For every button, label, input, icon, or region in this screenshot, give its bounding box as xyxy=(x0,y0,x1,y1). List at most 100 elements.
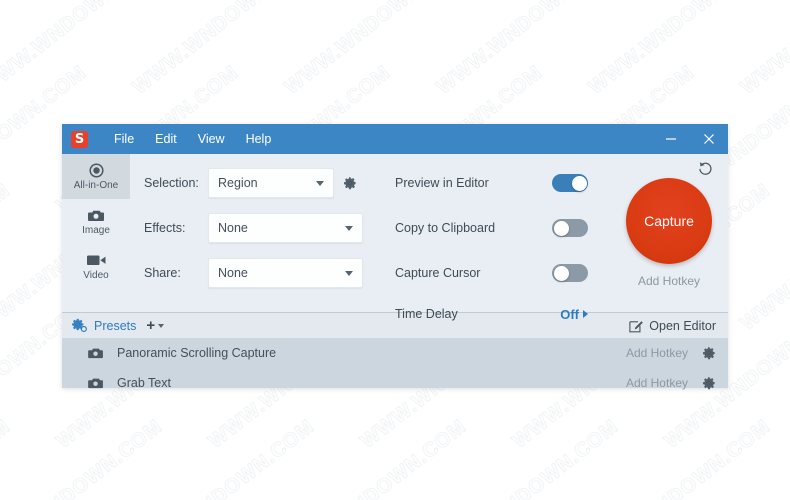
copy-to-clipboard-toggle[interactable] xyxy=(552,219,588,237)
sidebar-item-image-label: Image xyxy=(82,225,110,236)
selection-label: Selection: xyxy=(144,176,199,190)
minimize-icon xyxy=(666,138,676,140)
capture-button-label: Capture xyxy=(644,213,694,229)
preset-name: Panoramic Scrolling Capture xyxy=(117,346,277,361)
sidebar-item-all-in-one-label: All-in-One xyxy=(73,180,119,191)
chevron-down-icon xyxy=(345,270,353,276)
watermark-text: WWW.WNDOWN.COM xyxy=(128,0,319,99)
open-editor-label: Open Editor xyxy=(649,318,716,333)
preset-settings-button[interactable] xyxy=(702,376,716,390)
capture-settings-panel: Selection: Region Effects: None Share: N… xyxy=(130,154,728,322)
time-delay-button[interactable]: Off xyxy=(560,307,588,322)
preset-row[interactable]: Panoramic Scrolling Capture Add Hotkey xyxy=(62,338,728,368)
camera-icon xyxy=(87,207,105,223)
minimize-button[interactable] xyxy=(652,124,690,154)
plus-icon: + xyxy=(146,317,156,335)
preview-in-editor-toggle[interactable] xyxy=(552,174,588,192)
watermark-text: WWW.WNDOWN.COM xyxy=(280,0,471,99)
effects-row: Effects: None xyxy=(144,213,395,243)
sidebar-item-all-in-one[interactable]: All-in-One xyxy=(62,154,130,199)
dropdown-controls: Selection: Region Effects: None Share: N… xyxy=(130,164,395,312)
presets-list: Panoramic Scrolling Capture Add Hotkey G… xyxy=(62,338,728,390)
share-dropdown[interactable]: None xyxy=(208,258,363,288)
chevron-down-icon xyxy=(158,323,165,328)
capture-button[interactable]: Capture xyxy=(626,178,712,264)
toggle-knob xyxy=(571,175,587,191)
watermark-text: WWW.WNDOWN.COM xyxy=(280,415,471,500)
presets-label: Presets xyxy=(94,318,137,333)
capture-hotkey-link[interactable]: Add Hotkey xyxy=(638,274,700,288)
selection-settings-button[interactable] xyxy=(343,176,357,190)
preset-settings-button[interactable] xyxy=(702,346,716,360)
preset-hotkey-link[interactable]: Add Hotkey xyxy=(626,376,688,390)
close-icon xyxy=(704,134,714,144)
watermark-text: WWW.WNDOWN.COM xyxy=(0,415,15,500)
copy-to-clipboard-label: Copy to Clipboard xyxy=(395,221,496,235)
watermark-text: WWW.WNDOWN.COM xyxy=(736,415,790,500)
chevron-right-icon xyxy=(583,310,588,318)
watermark-text: WWW.WNDOWN.COM xyxy=(0,0,15,99)
watermark-text: WWW.WNDOWN.COM xyxy=(0,179,15,335)
menu-item-file[interactable]: File xyxy=(105,128,143,150)
watermark-text: WWW.WNDOWN.COM xyxy=(432,0,623,99)
copy-to-clipboard-row: Copy to Clipboard xyxy=(395,213,610,243)
capture-cursor-label: Capture Cursor xyxy=(395,266,481,280)
time-delay-label: Time Delay xyxy=(395,307,458,321)
title-bar: S File Edit View Help xyxy=(62,124,728,154)
watermark-text: WWW.WNDOWN.COM xyxy=(128,415,319,500)
edit-pencil-icon xyxy=(629,320,644,333)
option-toggles: Preview in Editor Copy to Clipboard Capt… xyxy=(395,164,610,322)
effects-dropdown[interactable]: None xyxy=(208,213,363,243)
menu-item-help[interactable]: Help xyxy=(237,128,281,150)
time-delay-value-text: Off xyxy=(560,306,579,322)
menu-item-view[interactable]: View xyxy=(189,128,234,150)
preview-in-editor-row: Preview in Editor xyxy=(395,168,610,198)
mode-sidebar: All-in-One Image Video xyxy=(62,154,130,313)
sidebar-item-image[interactable]: Image xyxy=(62,199,130,244)
snagit-capture-window: S File Edit View Help All-in-One Image V… xyxy=(62,124,728,390)
watermark-text: WWW.WNDOWN.COM xyxy=(584,0,775,99)
add-preset-button[interactable]: + xyxy=(146,317,165,335)
preset-hotkey-link[interactable]: Add Hotkey xyxy=(626,346,688,360)
open-editor-button[interactable]: Open Editor xyxy=(629,319,716,333)
selection-dropdown-value: Region xyxy=(218,176,258,190)
effects-label: Effects: xyxy=(144,221,186,235)
share-dropdown-value: None xyxy=(218,266,248,280)
camera-icon xyxy=(88,347,104,359)
window-body: All-in-One Image Video Selection: Region… xyxy=(62,154,728,322)
capture-action-area: Capture Add Hotkey xyxy=(610,162,728,312)
undo-icon[interactable] xyxy=(698,160,714,181)
watermark-text: WWW.WNDOWN.COM xyxy=(736,179,790,335)
preset-name: Grab Text xyxy=(117,376,171,391)
preview-in-editor-label: Preview in Editor xyxy=(395,176,489,190)
target-icon xyxy=(88,162,104,178)
selection-dropdown[interactable]: Region xyxy=(208,168,334,198)
capture-cursor-row: Capture Cursor xyxy=(395,258,610,288)
menu-item-edit[interactable]: Edit xyxy=(146,128,186,150)
camera-icon xyxy=(88,377,104,389)
watermark-text: WWW.WNDOWN.COM xyxy=(432,415,623,500)
share-label: Share: xyxy=(144,266,181,280)
watermark-text: WWW.WNDOWN.COM xyxy=(736,0,790,99)
presets-gear-icon[interactable] xyxy=(72,318,87,333)
snagit-logo-icon: S xyxy=(71,130,88,148)
sidebar-item-video-label: Video xyxy=(83,270,109,281)
video-camera-icon xyxy=(86,252,106,268)
gear-icon xyxy=(702,347,715,360)
share-row: Share: None xyxy=(144,258,395,288)
window-controls xyxy=(652,124,728,154)
watermark-text: WWW.WNDOWN.COM xyxy=(584,415,775,500)
selection-row: Selection: Region xyxy=(144,168,395,198)
sidebar-item-video[interactable]: Video xyxy=(62,244,130,289)
watermark-text: WWW.WNDOWN.COM xyxy=(0,0,167,99)
gear-icon xyxy=(343,177,356,190)
toggle-knob xyxy=(553,265,569,281)
time-delay-row: Time Delay Off xyxy=(395,299,610,329)
capture-cursor-toggle[interactable] xyxy=(552,264,588,282)
preset-row[interactable]: Grab Text Add Hotkey xyxy=(62,368,728,398)
toggle-knob xyxy=(553,220,569,236)
close-button[interactable] xyxy=(690,124,728,154)
menu-bar: File Edit View Help xyxy=(102,128,280,150)
watermark-text: WWW.WNDOWN.COM xyxy=(0,415,167,500)
chevron-down-icon xyxy=(316,180,324,186)
